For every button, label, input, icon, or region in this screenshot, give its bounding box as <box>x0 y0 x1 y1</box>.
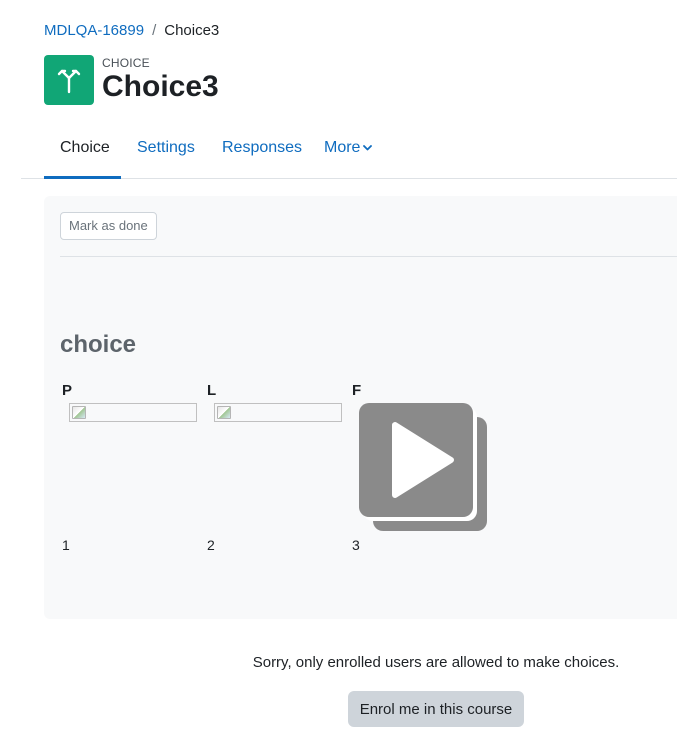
tab-more[interactable]: More <box>324 128 373 179</box>
breadcrumb-current: Choice3 <box>164 22 220 39</box>
option-label: F <box>352 382 362 399</box>
option-label: L <box>207 382 217 399</box>
tab-settings[interactable]: Settings <box>137 128 195 179</box>
enrolment-notice: Sorry, only enrolled users are allowed t… <box>0 654 677 671</box>
page-pretitle: CHOICE <box>102 56 150 70</box>
option-number: 2 <box>207 537 215 553</box>
tab-label: More <box>324 139 361 156</box>
tab-label: Responses <box>222 139 303 156</box>
page-header: CHOICE Choice3 <box>44 55 219 105</box>
tab-label: Choice <box>60 139 110 156</box>
choice-heading: choice <box>60 331 137 358</box>
tab-choice[interactable]: Choice <box>44 128 121 179</box>
choice-option[interactable]: F 3 <box>350 382 490 553</box>
breadcrumb: MDLQA-16899 / Choice3 <box>44 22 219 39</box>
divider <box>60 256 677 257</box>
option-number: 1 <box>62 537 70 553</box>
choice-option[interactable]: L 2 <box>205 382 345 553</box>
choice-option[interactable]: P 1 <box>60 382 200 553</box>
page-title: Choice3 <box>102 70 219 103</box>
enrol-button[interactable]: Enrol me in this course <box>348 691 524 727</box>
option-label: P <box>62 382 73 399</box>
choice-signpost-icon <box>44 55 94 105</box>
breadcrumb-separator: / <box>152 22 157 39</box>
mark-as-done-button[interactable]: Mark as done <box>60 212 157 240</box>
option-number: 3 <box>352 537 360 553</box>
tab-label: Settings <box>137 139 195 156</box>
secondary-navigation: Choice Settings Responses More <box>21 128 677 179</box>
play-icon[interactable] <box>359 403 489 533</box>
notice-text: Sorry, only enrolled users are allowed t… <box>252 654 620 671</box>
chevron-down-icon <box>363 143 373 154</box>
breadcrumb-course-link[interactable]: MDLQA-16899 <box>44 22 144 39</box>
broken-image-icon <box>214 403 342 422</box>
broken-image-icon <box>69 403 197 422</box>
tab-responses[interactable]: Responses <box>222 128 302 179</box>
